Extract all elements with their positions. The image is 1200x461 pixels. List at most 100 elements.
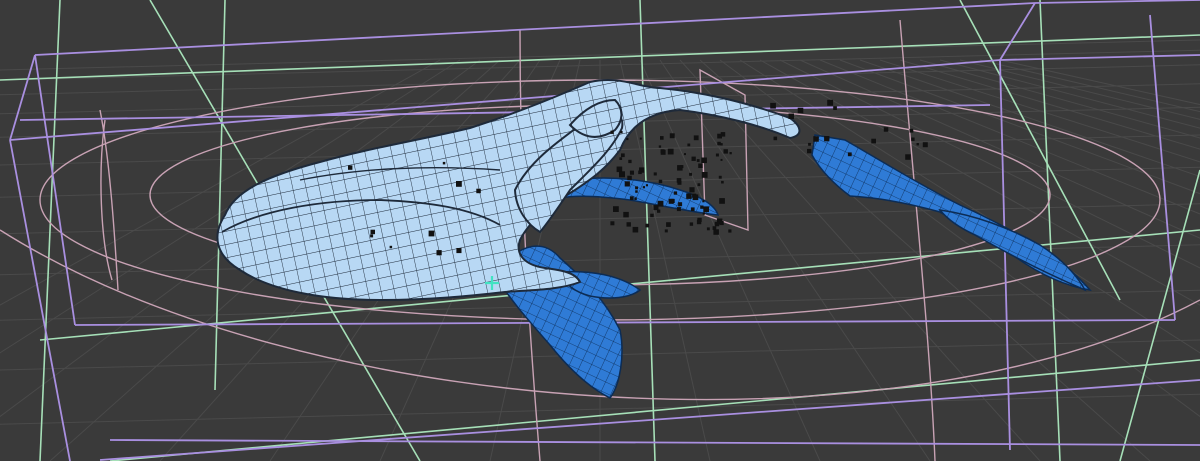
particle xyxy=(717,141,721,146)
particle xyxy=(703,206,709,213)
particle xyxy=(720,143,723,146)
3d-viewport[interactable] xyxy=(0,0,1200,461)
particle xyxy=(773,136,778,141)
particle xyxy=(717,133,722,139)
particle xyxy=(653,172,657,176)
particle xyxy=(701,157,707,164)
particle xyxy=(712,226,717,230)
particle xyxy=(692,194,699,201)
particle xyxy=(628,159,632,164)
particle xyxy=(629,170,634,175)
particle xyxy=(696,219,702,225)
particle xyxy=(389,245,393,249)
particle xyxy=(693,135,699,141)
particle xyxy=(702,200,705,203)
particle xyxy=(645,223,650,228)
particle xyxy=(723,149,728,154)
particle xyxy=(684,153,686,156)
particle xyxy=(629,196,634,201)
particle xyxy=(623,211,629,218)
particle xyxy=(610,221,615,226)
particle xyxy=(673,191,678,195)
particle xyxy=(691,156,696,161)
particle xyxy=(645,184,648,187)
particle xyxy=(697,183,701,187)
particle xyxy=(689,222,694,226)
particle xyxy=(370,229,375,235)
particle xyxy=(701,172,708,178)
particle xyxy=(714,221,720,227)
particle xyxy=(664,229,668,233)
particle xyxy=(635,190,638,193)
particle xyxy=(610,130,614,134)
particle xyxy=(922,142,928,148)
particle xyxy=(666,222,671,227)
particle xyxy=(442,161,446,165)
particle xyxy=(713,229,719,235)
particle xyxy=(824,136,830,142)
particle xyxy=(676,207,681,212)
particle xyxy=(635,186,638,190)
particle xyxy=(632,226,639,233)
particle xyxy=(689,172,692,176)
particle xyxy=(813,136,819,142)
particle xyxy=(698,163,703,168)
particle xyxy=(348,165,353,170)
particle xyxy=(718,175,722,179)
particle xyxy=(797,107,804,114)
particle xyxy=(729,152,732,155)
particle xyxy=(720,158,723,161)
particle xyxy=(770,102,776,109)
particle xyxy=(660,136,664,140)
particle xyxy=(678,202,683,207)
particle xyxy=(436,250,442,256)
particle xyxy=(624,181,630,187)
particle xyxy=(476,188,481,194)
particle xyxy=(808,142,811,146)
particle xyxy=(687,143,691,147)
particle xyxy=(911,137,915,141)
particle xyxy=(616,166,623,173)
particle xyxy=(621,153,625,158)
particle xyxy=(916,143,919,146)
particle xyxy=(650,213,654,218)
particle xyxy=(690,207,695,212)
particle xyxy=(702,212,705,215)
particle xyxy=(642,186,645,189)
particle xyxy=(686,193,692,199)
particle xyxy=(456,181,462,187)
particle xyxy=(715,153,719,157)
particle xyxy=(721,180,724,184)
particle xyxy=(847,152,852,157)
particle xyxy=(788,113,794,119)
particle xyxy=(639,137,642,140)
particle xyxy=(696,159,700,162)
particle xyxy=(626,138,629,141)
particle xyxy=(653,205,659,211)
particle xyxy=(658,179,663,184)
particle xyxy=(677,165,683,171)
particle xyxy=(728,229,732,233)
particle xyxy=(667,148,674,155)
particle xyxy=(370,234,374,238)
particle xyxy=(668,198,674,204)
particle xyxy=(669,133,675,139)
particle xyxy=(871,138,876,144)
particle xyxy=(456,248,462,254)
particle xyxy=(706,227,710,231)
particle xyxy=(905,154,911,160)
particle xyxy=(626,222,631,227)
particle xyxy=(807,148,812,154)
particle xyxy=(689,187,695,193)
particle xyxy=(619,157,623,160)
particle xyxy=(883,127,889,132)
particle xyxy=(627,175,632,181)
particle xyxy=(676,178,682,183)
particle xyxy=(638,170,642,175)
particle xyxy=(700,205,704,209)
particle xyxy=(827,99,834,106)
particle xyxy=(620,130,623,134)
particle xyxy=(909,128,914,133)
particle xyxy=(833,106,837,110)
particle xyxy=(658,145,662,148)
